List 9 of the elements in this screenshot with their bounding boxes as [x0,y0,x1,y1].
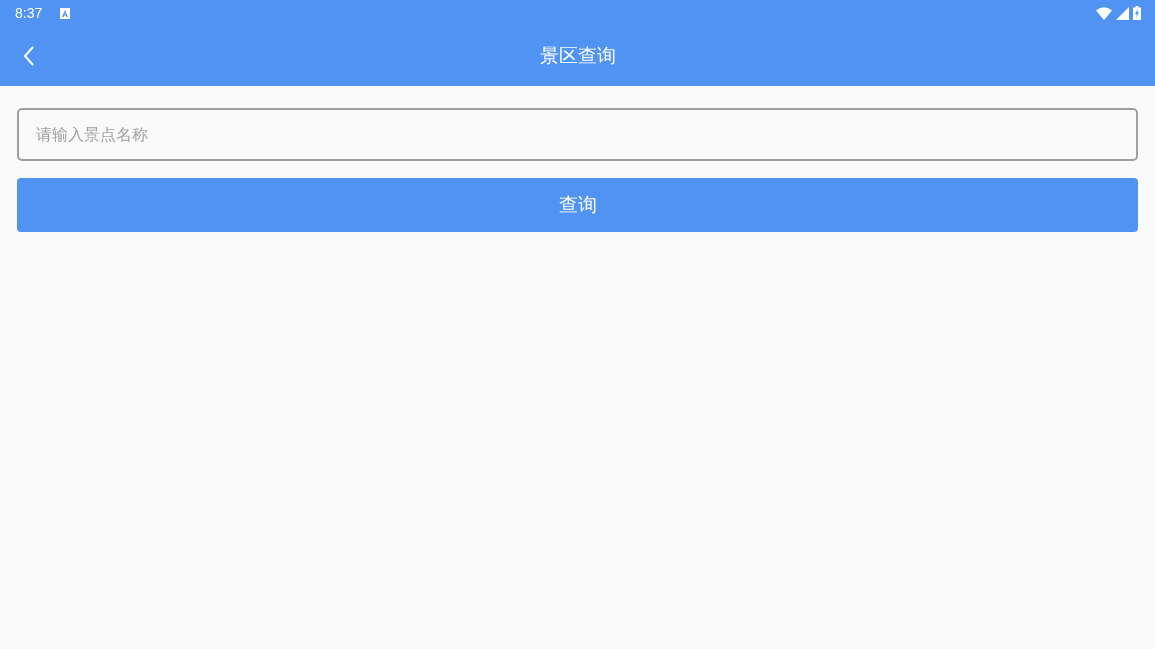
search-button[interactable]: 查询 [17,178,1138,232]
battery-icon [1133,6,1141,20]
back-icon[interactable] [23,46,35,66]
status-time: 8:37 [15,5,43,21]
notification-icon [60,7,71,19]
search-field[interactable]: 请输入景点名称 [17,108,1138,161]
signal-icon [1116,6,1129,20]
page-title: 景区查询 [539,43,616,68]
wifi-icon [1096,6,1112,20]
